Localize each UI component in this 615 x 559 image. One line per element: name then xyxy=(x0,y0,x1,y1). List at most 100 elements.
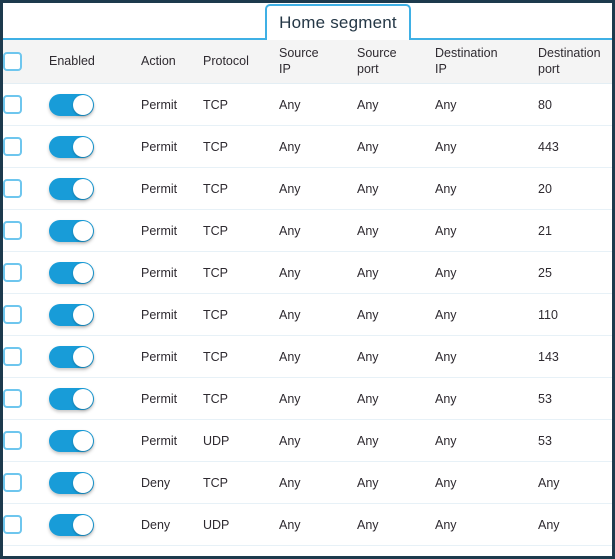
table-row[interactable]: PermitTCPAnyAnyAny25 xyxy=(3,252,612,294)
row-action-cell: Permit xyxy=(141,294,203,336)
select-all-checkbox[interactable] xyxy=(3,52,22,71)
enabled-toggle[interactable] xyxy=(49,388,94,410)
row-source-ip-cell: Any xyxy=(279,168,357,210)
row-select-cell xyxy=(3,462,49,504)
toggle-knob xyxy=(73,473,93,493)
row-action-cell: Permit xyxy=(141,84,203,126)
row-destination-port-cell: 143 xyxy=(538,336,612,378)
toggle-knob xyxy=(73,221,93,241)
header-source-port-label: Source xyxy=(357,46,397,60)
header-row: Enabled Action Protocol Source IP Source xyxy=(3,40,612,84)
enabled-toggle[interactable] xyxy=(49,304,94,326)
row-destination-ip-cell: Any xyxy=(435,420,538,462)
enabled-toggle[interactable] xyxy=(49,262,94,284)
row-source-port-cell: Any xyxy=(357,462,435,504)
row-destination-ip-cell: Any xyxy=(435,168,538,210)
row-source-port-cell: Any xyxy=(357,168,435,210)
row-checkbox[interactable] xyxy=(3,389,22,408)
row-destination-ip-cell: Any xyxy=(435,336,538,378)
row-destination-port-cell: 53 xyxy=(538,420,612,462)
table-row[interactable]: PermitTCPAnyAnyAny21 xyxy=(3,210,612,252)
header-protocol[interactable]: Protocol xyxy=(203,40,279,84)
enabled-toggle[interactable] xyxy=(49,514,94,536)
table-row[interactable]: PermitTCPAnyAnyAny143 xyxy=(3,336,612,378)
row-destination-ip-cell: Any xyxy=(435,210,538,252)
table-row[interactable]: DenyTCPAnyAnyAnyAny xyxy=(3,462,612,504)
row-checkbox[interactable] xyxy=(3,473,22,492)
header-select-all xyxy=(3,40,49,84)
table-row[interactable]: PermitTCPAnyAnyAny80 xyxy=(3,84,612,126)
header-destination-ip-label: Destination xyxy=(435,46,498,60)
row-checkbox[interactable] xyxy=(3,179,22,198)
table-row[interactable]: DenyUDPAnyAnyAnyAny xyxy=(3,504,612,546)
row-protocol-cell: TCP xyxy=(203,378,279,420)
row-select-cell xyxy=(3,378,49,420)
row-enabled-cell xyxy=(49,84,141,126)
enabled-toggle[interactable] xyxy=(49,472,94,494)
enabled-toggle[interactable] xyxy=(49,94,94,116)
row-destination-port-cell: 25 xyxy=(538,252,612,294)
row-destination-port-cell: Any xyxy=(538,462,612,504)
rules-table-body: PermitTCPAnyAnyAny80PermitTCPAnyAnyAny44… xyxy=(3,84,612,546)
table-row[interactable]: PermitTCPAnyAnyAny53 xyxy=(3,378,612,420)
row-source-port-cell: Any xyxy=(357,252,435,294)
row-select-cell xyxy=(3,126,49,168)
row-action-cell: Deny xyxy=(141,462,203,504)
row-checkbox[interactable] xyxy=(3,137,22,156)
rules-table-container: Enabled Action Protocol Source IP Source xyxy=(3,40,612,553)
header-destination-ip[interactable]: Destination IP xyxy=(435,40,538,84)
header-destination-port-label: Destination xyxy=(538,46,601,60)
header-destination-port[interactable]: Destination port xyxy=(538,40,612,84)
row-protocol-cell: TCP xyxy=(203,210,279,252)
enabled-toggle[interactable] xyxy=(49,220,94,242)
rules-table: Enabled Action Protocol Source IP Source xyxy=(3,40,612,546)
table-row[interactable]: PermitTCPAnyAnyAny20 xyxy=(3,168,612,210)
row-protocol-cell: TCP xyxy=(203,294,279,336)
row-checkbox[interactable] xyxy=(3,431,22,450)
row-checkbox[interactable] xyxy=(3,347,22,366)
enabled-toggle[interactable] xyxy=(49,346,94,368)
row-checkbox[interactable] xyxy=(3,305,22,324)
row-protocol-cell: TCP xyxy=(203,252,279,294)
enabled-toggle[interactable] xyxy=(49,430,94,452)
tab-bar: Home segment xyxy=(3,3,612,40)
tab-home-segment[interactable]: Home segment xyxy=(265,4,411,40)
row-protocol-cell: TCP xyxy=(203,462,279,504)
row-select-cell xyxy=(3,210,49,252)
row-checkbox[interactable] xyxy=(3,515,22,534)
enabled-toggle[interactable] xyxy=(49,136,94,158)
header-action-label: Action xyxy=(141,54,176,68)
header-source-port[interactable]: Source port xyxy=(357,40,435,84)
row-enabled-cell xyxy=(49,378,141,420)
toggle-knob xyxy=(73,431,93,451)
row-checkbox[interactable] xyxy=(3,95,22,114)
row-source-ip-cell: Any xyxy=(279,252,357,294)
row-protocol-cell: UDP xyxy=(203,504,279,546)
row-action-cell: Permit xyxy=(141,126,203,168)
row-source-ip-cell: Any xyxy=(279,210,357,252)
row-select-cell xyxy=(3,336,49,378)
table-row[interactable]: PermitUDPAnyAnyAny53 xyxy=(3,420,612,462)
row-destination-port-cell: 53 xyxy=(538,378,612,420)
row-enabled-cell xyxy=(49,462,141,504)
row-source-port-cell: Any xyxy=(357,336,435,378)
header-source-port-label2: port xyxy=(357,62,435,78)
toggle-knob xyxy=(73,347,93,367)
row-action-cell: Permit xyxy=(141,252,203,294)
toggle-knob xyxy=(73,137,93,157)
row-destination-ip-cell: Any xyxy=(435,504,538,546)
table-row[interactable]: PermitTCPAnyAnyAny110 xyxy=(3,294,612,336)
row-checkbox[interactable] xyxy=(3,263,22,282)
row-source-port-cell: Any xyxy=(357,378,435,420)
row-checkbox[interactable] xyxy=(3,221,22,240)
row-select-cell xyxy=(3,168,49,210)
row-destination-ip-cell: Any xyxy=(435,126,538,168)
header-enabled-label: Enabled xyxy=(49,54,95,68)
header-source-ip-label2: IP xyxy=(279,62,357,78)
header-source-ip[interactable]: Source IP xyxy=(279,40,357,84)
header-enabled[interactable]: Enabled xyxy=(49,40,141,84)
table-row[interactable]: PermitTCPAnyAnyAny443 xyxy=(3,126,612,168)
header-destination-ip-label2: IP xyxy=(435,62,538,78)
enabled-toggle[interactable] xyxy=(49,178,94,200)
header-action[interactable]: Action xyxy=(141,40,203,84)
